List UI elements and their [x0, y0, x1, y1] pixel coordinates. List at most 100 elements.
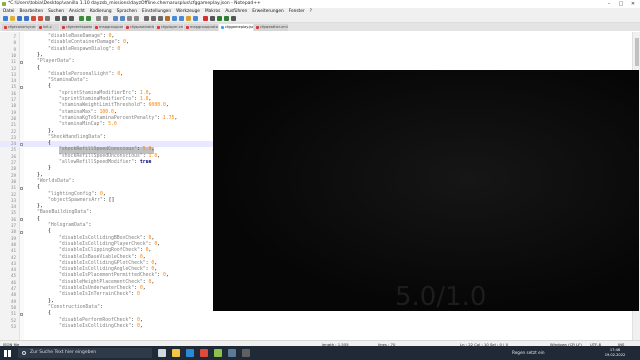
tab-3[interactable]: mapgrouppos.xml [93, 24, 123, 31]
fold-toggle-icon[interactable] [20, 85, 23, 89]
notepadpp-icon [2, 2, 6, 6]
tab-8[interactable]: cfgweather.xml [254, 24, 288, 31]
tab-label: cfgweather.xml [260, 25, 288, 29]
close-window-button[interactable]: ✕ [628, 0, 638, 8]
minimize-button[interactable]: – [604, 0, 614, 8]
menu-item-4[interactable]: Kodierung [90, 8, 112, 15]
notepad-icon[interactable] [214, 349, 222, 357]
close-icon[interactable] [31, 16, 36, 21]
explorer-icon[interactable] [172, 349, 180, 357]
windows-start-icon[interactable] [4, 349, 11, 357]
fold-toggle-icon[interactable] [20, 218, 23, 222]
all-chars-icon[interactable] [151, 16, 156, 21]
menu-item-5[interactable]: Sprachen [117, 8, 137, 15]
file-saved-icon [94, 26, 98, 29]
windows-taskbar: Zur Suche Text hier eingeben Regen setzt… [0, 346, 640, 360]
cut-icon[interactable] [55, 16, 60, 21]
tab-label: cfgeventspawns.xml [66, 25, 92, 29]
line-number: 53 [10, 323, 16, 329]
menu-item-12[interactable]: ? [310, 8, 312, 15]
redo-icon[interactable] [86, 16, 91, 21]
folder-icon[interactable] [186, 16, 191, 21]
fold-toggle-icon[interactable] [20, 312, 23, 316]
document-tabs: cfgeconomycore.xml init.c cfgeventspawns.x… [0, 23, 640, 31]
open-icon[interactable] [10, 16, 15, 21]
close-all-icon[interactable] [38, 16, 43, 21]
menu-item-10[interactable]: Erweiterungen [252, 8, 283, 15]
taskbar-clock[interactable]: 17:46 19.02.2022 [600, 348, 630, 358]
menu-bar: Datei Bearbeiten Suchen Ansicht Kodierung Spr… [0, 8, 640, 15]
code-text: "disableIsCollidingCheck": 0, [59, 323, 143, 329]
stop-icon[interactable] [210, 16, 215, 21]
menu-item-3[interactable]: Ansicht [69, 8, 85, 15]
window-title: *C:\Users\tobia\Desktop\vanilla 1.10 day… [8, 1, 261, 6]
zoom-in-icon[interactable] [113, 16, 118, 21]
zoom-out-icon[interactable] [120, 16, 125, 21]
indent-guide-icon[interactable] [158, 16, 163, 21]
save-macro-icon[interactable] [231, 16, 236, 21]
file-saved-icon [220, 26, 224, 29]
replace-icon[interactable] [103, 16, 108, 21]
tab-7[interactable]: cfggameplay.json [219, 24, 253, 31]
menu-item-7[interactable]: Werkzeuge [176, 8, 200, 15]
copy-icon[interactable] [62, 16, 67, 21]
menu-item-11[interactable]: Fenster [289, 8, 305, 15]
tab-2[interactable]: cfgeventspawns.xml [60, 24, 92, 31]
func-list-icon[interactable] [179, 16, 184, 21]
menu-item-1[interactable]: Bearbeiten [19, 8, 43, 15]
lang-icon[interactable] [165, 16, 170, 21]
search-icon [22, 351, 26, 355]
taskbar-search-box[interactable]: Zur Suche Text hier eingeben [18, 348, 152, 358]
maximize-button[interactable]: □ [616, 0, 626, 8]
tab-label: init.c [43, 25, 52, 29]
play-icon[interactable] [217, 16, 222, 21]
wrap-icon[interactable] [144, 16, 149, 21]
fold-toggle-icon[interactable] [20, 230, 23, 234]
print-icon[interactable] [45, 16, 50, 21]
monitor-icon[interactable] [193, 16, 198, 21]
tab-5[interactable]: cfgplayer.xml [155, 24, 183, 31]
fold-toggle-icon[interactable] [20, 142, 23, 146]
tab-label: cfggameplay.json [225, 25, 253, 29]
file-saved-icon [185, 26, 189, 29]
code-line[interactable]: 53 "disableIsCollidingCheck": 0, [0, 324, 640, 330]
sync-h-icon[interactable] [134, 16, 139, 21]
menu-item-8[interactable]: Makros [205, 8, 220, 15]
record-icon[interactable] [203, 16, 208, 21]
tab-label: mapgrouppos.xml [99, 25, 123, 29]
tab-1[interactable]: init.c [37, 24, 59, 31]
undo-icon[interactable] [79, 16, 84, 21]
find-icon[interactable] [96, 16, 101, 21]
edge-icon[interactable] [186, 349, 194, 357]
search-placeholder: Zur Suche Text hier eingeben [30, 350, 97, 355]
chrome-icon[interactable] [200, 349, 208, 357]
tab-6[interactable]: mapgroupproto.xml [184, 24, 218, 31]
save-all-icon[interactable] [24, 16, 29, 21]
file-saved-icon [3, 26, 7, 29]
tab-0[interactable]: cfgeconomycore.xml [2, 24, 36, 31]
weather-text[interactable]: Regen setzt ein [512, 346, 544, 360]
sync-v-icon[interactable] [127, 16, 132, 21]
menu-item-9[interactable]: Ausführen [225, 8, 247, 15]
doc-map-icon[interactable] [172, 16, 177, 21]
play-multi-icon[interactable] [224, 16, 229, 21]
file-saved-icon [125, 26, 129, 29]
file-saved-icon [38, 26, 42, 29]
fold-toggle-icon[interactable] [20, 60, 23, 64]
obs-icon[interactable] [242, 349, 250, 357]
fold-toggle-icon[interactable] [20, 186, 23, 190]
menu-item-0[interactable]: Datei [3, 8, 14, 15]
tab-4[interactable]: cfgspawnable.xml [124, 24, 154, 31]
tab-label: mapgroupproto.xml [190, 25, 218, 29]
steam-icon[interactable] [228, 349, 236, 357]
paste-icon[interactable] [69, 16, 74, 21]
file-saved-icon [255, 26, 259, 29]
new-icon[interactable] [3, 16, 8, 21]
video-ratio-text: 5.0/1.0 [395, 282, 487, 311]
toolbar [0, 15, 640, 23]
save-icon[interactable] [17, 16, 22, 21]
menu-item-2[interactable]: Suchen [48, 8, 64, 15]
task-view-icon[interactable] [158, 349, 166, 357]
file-saved-icon [156, 26, 160, 29]
menu-item-6[interactable]: Einstellungen [142, 8, 171, 15]
